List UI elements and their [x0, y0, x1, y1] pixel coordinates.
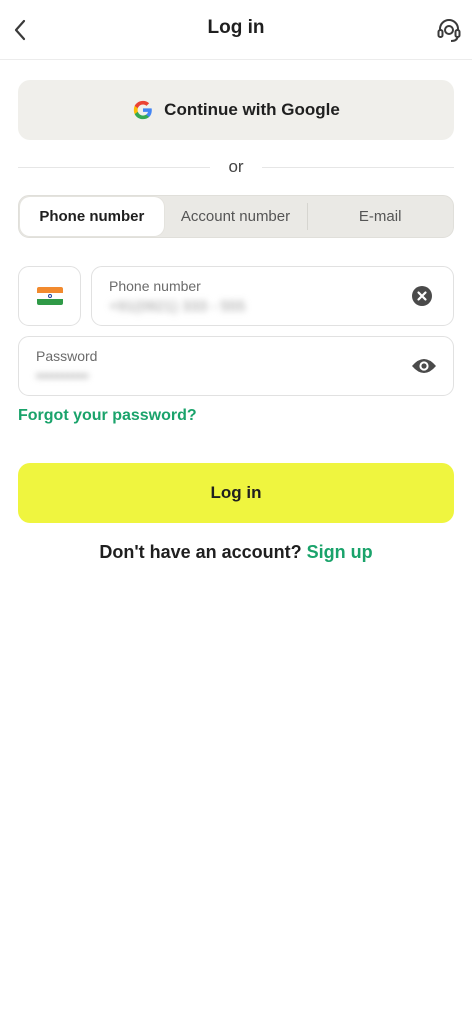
- password-field-label: Password: [36, 348, 98, 364]
- toggle-password-visibility-button[interactable]: [411, 353, 437, 379]
- clear-phone-button[interactable]: [409, 283, 435, 309]
- google-button-label: Continue with Google: [164, 100, 340, 119]
- login-button-label: Log in: [210, 483, 262, 502]
- eye-icon: [412, 359, 436, 373]
- tab-account-number[interactable]: Account number: [164, 197, 308, 236]
- password-field-value: ••••••••••: [36, 368, 89, 385]
- signup-row: Don't have an account? Sign up: [0, 542, 472, 563]
- signup-prompt: Don't have an account?: [99, 542, 302, 562]
- password-field[interactable]: Password ••••••••••: [18, 336, 454, 396]
- header-bar: Log in: [0, 0, 472, 60]
- divider-right: [262, 167, 454, 168]
- tab-email[interactable]: E-mail: [308, 197, 452, 236]
- phone-number-field[interactable]: Phone number +91(0921) 333 - 555: [91, 266, 454, 326]
- support-button[interactable]: [434, 14, 464, 46]
- tab-phone-number[interactable]: Phone number: [20, 197, 164, 236]
- headset-support-icon: [437, 19, 461, 42]
- india-flag-icon: [36, 287, 63, 305]
- clear-circle-icon: [412, 286, 432, 306]
- tab-label: Account number: [180, 208, 291, 225]
- phone-field-label: Phone number: [109, 278, 201, 294]
- tab-label: E-mail: [358, 208, 402, 225]
- sign-up-link[interactable]: Sign up: [307, 542, 373, 562]
- tab-label: Phone number: [39, 208, 145, 225]
- login-method-tabs: Phone number Account number E-mail: [18, 195, 454, 238]
- page-title: Log in: [207, 17, 265, 38]
- google-logo-icon: [134, 100, 152, 120]
- forgot-password-link[interactable]: Forgot your password?: [18, 407, 197, 425]
- continue-with-google-button[interactable]: Continue with Google: [18, 80, 454, 140]
- country-code-selector[interactable]: [18, 266, 81, 326]
- login-button[interactable]: Log in: [18, 463, 454, 523]
- phone-field-value: +91(0921) 333 - 555: [109, 298, 246, 315]
